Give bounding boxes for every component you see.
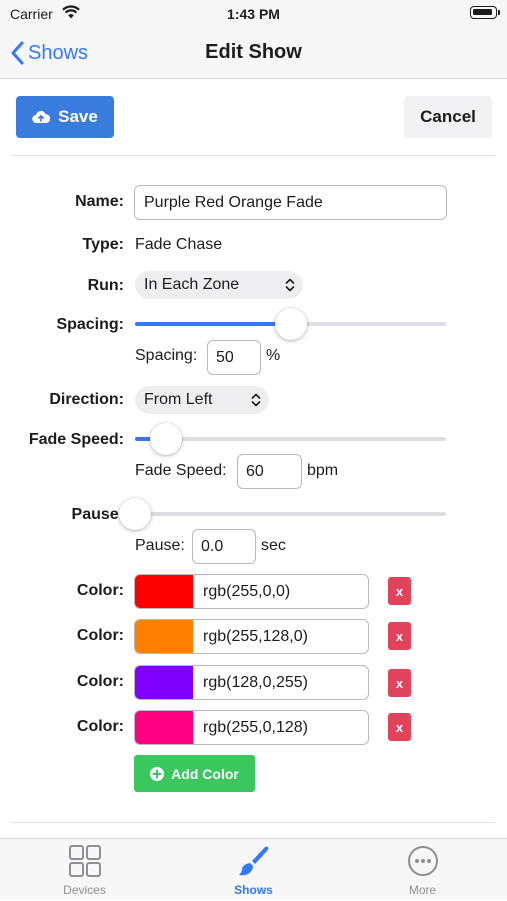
spacing-slider-fill <box>135 322 291 326</box>
grid-icon <box>0 844 169 878</box>
color-field[interactable]: rgb(255,0,0) <box>134 574 369 609</box>
spacing-input[interactable]: 50 <box>207 340 261 375</box>
status-bar: Carrier 1:43 PM <box>0 0 507 28</box>
fade-speed-slider[interactable] <box>135 423 446 455</box>
spacing-label: Spacing: <box>56 316 124 333</box>
pause-label: Pause: <box>71 506 124 523</box>
spacing-input-label: Spacing: <box>135 347 198 364</box>
color-value: rgb(128,0,255) <box>203 673 308 691</box>
save-button[interactable]: Save <box>16 96 114 138</box>
cancel-button[interactable]: Cancel <box>404 96 492 138</box>
navigation-bar: Shows Edit Show <box>0 28 507 79</box>
battery-icon <box>470 6 497 19</box>
delete-color-button[interactable]: x <box>388 669 411 697</box>
tab-more[interactable]: More <box>338 839 507 901</box>
direction-select[interactable]: From Left <box>135 386 269 414</box>
color-label: Color: <box>76 627 124 644</box>
pause-input-label: Pause: <box>135 537 185 554</box>
name-label: Name: <box>75 193 124 210</box>
pause-input[interactable]: 0.0 <box>192 529 256 564</box>
run-select[interactable]: In Each Zone <box>135 271 303 299</box>
color-label: Color: <box>76 673 124 690</box>
tab-shows[interactable]: Shows <box>169 839 338 901</box>
type-value: Fade Chase <box>135 236 223 253</box>
spacing-slider[interactable] <box>135 308 446 340</box>
tab-bar: Devices Shows More <box>0 838 507 900</box>
add-color-button[interactable]: Add Color <box>134 755 255 792</box>
pause-slider-thumb[interactable] <box>119 498 151 530</box>
spacing-unit: % <box>266 347 281 364</box>
add-color-label: Add Color <box>171 765 239 782</box>
fade-speed-input-label: Fade Speed: <box>135 462 227 479</box>
plus-circle-icon <box>150 766 165 781</box>
run-label: Run: <box>87 277 124 294</box>
paintbrush-icon <box>169 844 338 878</box>
save-label: Save <box>58 107 98 126</box>
color-label: Color: <box>76 718 124 735</box>
color-field[interactable]: rgb(255,0,128) <box>134 710 369 745</box>
divider <box>10 155 495 156</box>
type-label: Type: <box>82 236 124 253</box>
tab-label: Devices <box>63 883 106 897</box>
battery-cap <box>498 10 500 15</box>
color-value: rgb(255,128,0) <box>203 627 308 645</box>
tab-devices[interactable]: Devices <box>0 839 169 901</box>
color-swatch[interactable] <box>135 575 193 608</box>
pause-slider[interactable] <box>119 498 446 530</box>
run-select-value: In Each Zone <box>144 276 240 293</box>
ellipsis-circle-icon <box>338 844 507 878</box>
delete-color-button[interactable]: x <box>388 622 411 650</box>
fade-speed-unit: bpm <box>307 462 339 479</box>
direction-select-value: From Left <box>144 391 213 408</box>
color-swatch[interactable] <box>135 666 193 699</box>
chevron-up-down-icon <box>251 393 261 407</box>
delete-color-button[interactable]: x <box>388 577 411 605</box>
divider <box>10 822 495 823</box>
fade-speed-label: Fade Speed: <box>28 431 124 448</box>
color-value: rgb(255,0,128) <box>203 718 308 736</box>
name-input[interactable]: Purple Red Orange Fade <box>134 185 447 220</box>
fade-speed-slider-thumb[interactable] <box>150 423 183 455</box>
chevron-up-down-icon <box>285 278 295 292</box>
color-value: rgb(255,0,0) <box>203 582 291 600</box>
page-title: Edit Show <box>205 41 302 63</box>
delete-color-button[interactable]: x <box>388 713 411 741</box>
color-label: Color: <box>76 582 124 599</box>
spacing-slider-thumb[interactable] <box>274 308 307 340</box>
color-field[interactable]: rgb(255,128,0) <box>134 619 369 654</box>
direction-label: Direction: <box>49 391 124 408</box>
color-field[interactable]: rgb(128,0,255) <box>134 665 369 700</box>
status-time: 1:43 PM <box>227 6 280 22</box>
fade-speed-input[interactable]: 60 <box>237 454 302 489</box>
tab-label: Shows <box>234 883 273 897</box>
pause-unit: sec <box>261 537 286 554</box>
color-swatch[interactable] <box>135 620 193 653</box>
tab-label: More <box>408 883 437 897</box>
color-swatch[interactable] <box>135 711 193 744</box>
cloud-upload-icon <box>32 110 51 124</box>
